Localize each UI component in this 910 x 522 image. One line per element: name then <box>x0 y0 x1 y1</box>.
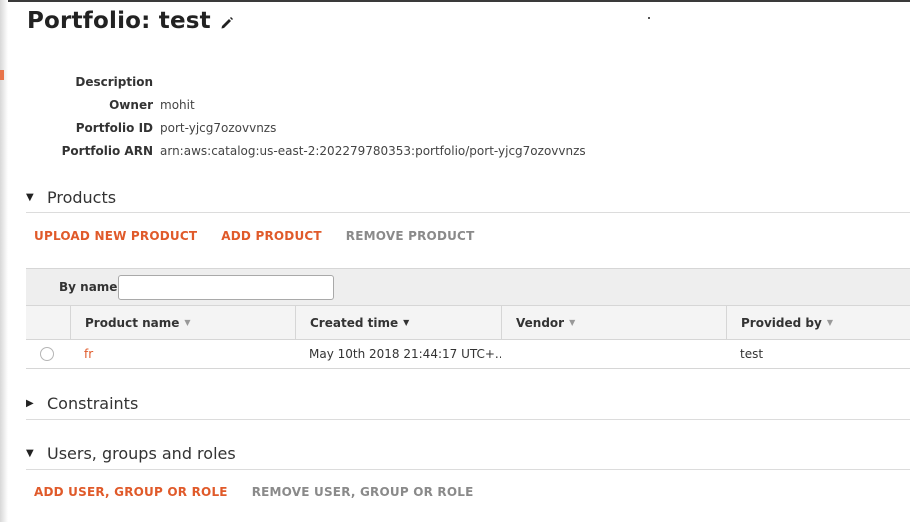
filter-label: By name <box>59 280 118 294</box>
detail-row-portfolio-id: Portfolio ID port-yjcg7ozovvnzs <box>27 116 627 139</box>
caret-down-icon: ▼ <box>26 447 34 459</box>
users-section-header[interactable]: ▼ Users, groups and roles <box>26 438 910 468</box>
product-filter-bar: By name <box>26 268 910 305</box>
detail-label: Description <box>75 74 153 89</box>
detail-value: mohit <box>160 97 195 112</box>
sort-down-icon: ▼ <box>826 318 833 327</box>
sort-down-icon: ▼ <box>569 318 576 327</box>
column-label: Vendor <box>516 315 565 330</box>
page-title: Portfolio: test <box>27 8 211 34</box>
provided-by-cell: test <box>740 347 764 361</box>
divider <box>26 419 910 420</box>
sort-down-icon: ▼ <box>184 318 191 327</box>
products-section-header[interactable]: ▼ Products <box>26 182 910 212</box>
column-header-provided-by[interactable]: Provided by ▼ <box>726 306 910 339</box>
constraints-section-header[interactable]: ▶ Constraints <box>26 388 910 418</box>
product-name-filter-input[interactable] <box>118 274 334 300</box>
caret-down-icon: ▼ <box>26 191 34 203</box>
detail-label: Owner <box>109 97 153 112</box>
section-title: Users, groups and roles <box>47 443 236 463</box>
page-title-row: Portfolio: test <box>27 5 234 37</box>
created-time-cell: May 10th 2018 21:44:17 UTC+... <box>309 347 501 361</box>
column-label: Created time <box>310 315 399 330</box>
portfolio-details: Description Owner mohit Portfolio ID por… <box>27 70 627 162</box>
row-radio-button[interactable] <box>40 347 54 361</box>
products-actions: UPLOAD NEW PRODUCT ADD PRODUCT REMOVE PR… <box>34 226 498 246</box>
caret-right-icon: ▶ <box>26 397 34 409</box>
column-header-vendor[interactable]: Vendor ▼ <box>501 306 726 339</box>
divider <box>26 469 910 470</box>
select-column-header <box>26 306 70 339</box>
remove-user-group-role-button[interactable]: REMOVE USER, GROUP OR ROLE <box>252 485 474 499</box>
products-table-header: Product name ▼ Created time ▼ Vendor ▼ P… <box>26 305 910 340</box>
detail-label: Portfolio ID <box>75 120 153 135</box>
table-row[interactable]: fr May 10th 2018 21:44:17 UTC+... test <box>26 340 910 369</box>
detail-label: Portfolio ARN <box>61 143 153 158</box>
stray-dot <box>648 17 650 19</box>
pencil-icon[interactable] <box>220 15 234 29</box>
column-label: Product name <box>85 315 180 330</box>
product-name-cell: fr <box>70 340 295 368</box>
column-header-product-name[interactable]: Product name ▼ <box>70 306 295 339</box>
add-product-button[interactable]: ADD PRODUCT <box>221 229 322 243</box>
detail-value: port-yjcg7ozovvnzs <box>160 120 277 135</box>
users-actions: ADD USER, GROUP OR ROLE REMOVE USER, GRO… <box>34 482 498 502</box>
detail-row-portfolio-arn: Portfolio ARN arn:aws:catalog:us-east-2:… <box>27 139 627 162</box>
detail-value: arn:aws:catalog:us-east-2:202279780353:p… <box>160 143 586 158</box>
product-name-link[interactable]: fr <box>84 347 93 361</box>
column-label: Provided by <box>741 315 822 330</box>
column-header-created-time[interactable]: Created time ▼ <box>295 306 501 339</box>
vendor-cell <box>501 340 726 368</box>
section-title: Products <box>47 187 117 207</box>
add-user-group-role-button[interactable]: ADD USER, GROUP OR ROLE <box>34 485 228 499</box>
sort-down-icon: ▼ <box>403 318 410 327</box>
upload-new-product-button[interactable]: UPLOAD NEW PRODUCT <box>34 229 197 243</box>
top-border <box>0 0 910 2</box>
remove-product-button[interactable]: REMOVE PRODUCT <box>346 229 475 243</box>
section-title: Constraints <box>47 393 139 413</box>
divider <box>26 212 910 213</box>
detail-row-description: Description <box>27 70 627 93</box>
row-select-cell <box>26 340 70 368</box>
sidebar-active-marker <box>0 70 4 80</box>
detail-row-owner: Owner mohit <box>27 93 627 116</box>
